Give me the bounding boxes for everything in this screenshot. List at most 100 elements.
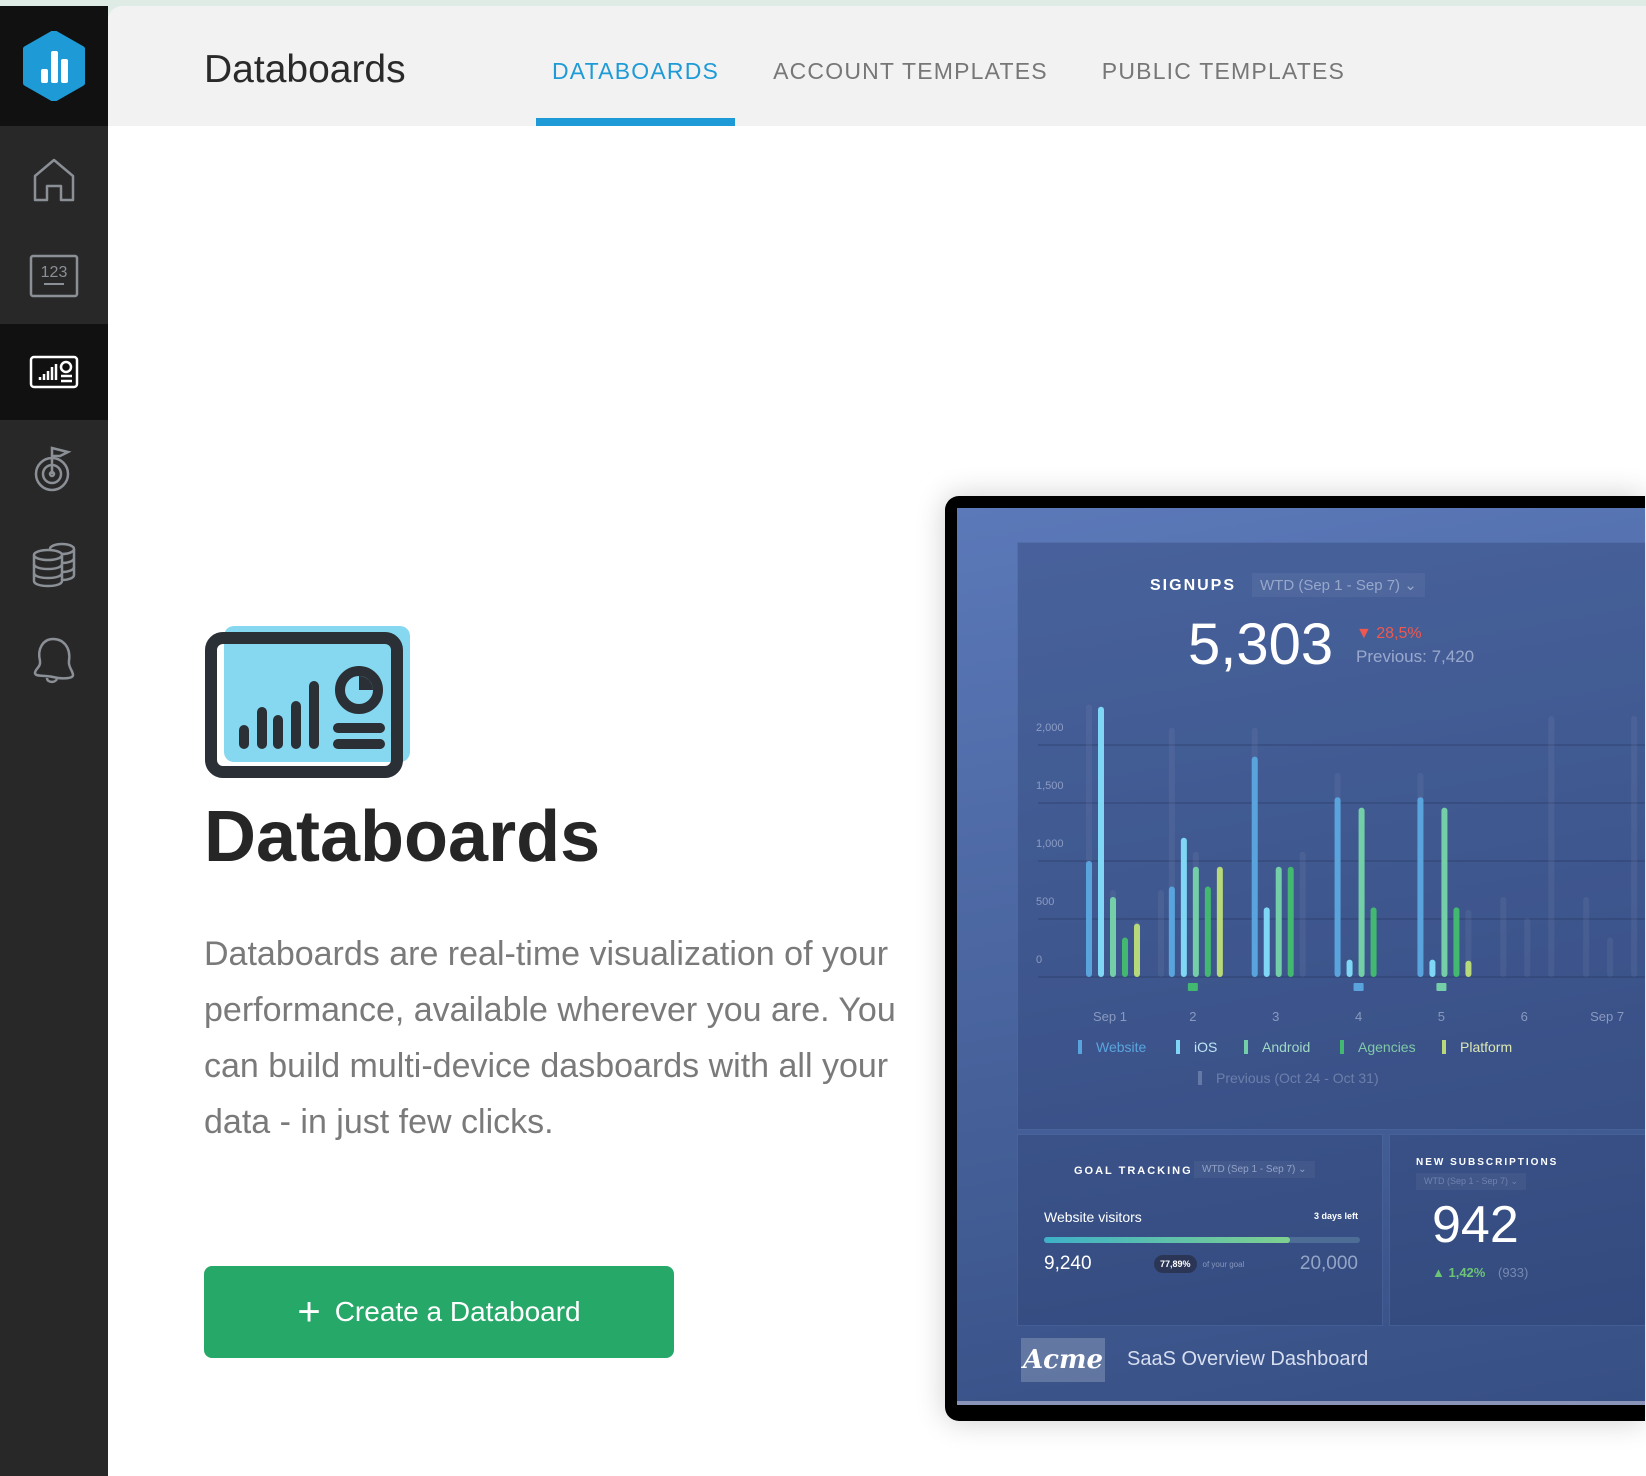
hero-title: Databoards: [204, 797, 601, 877]
bar-platform: [1216, 866, 1223, 977]
bar-android: [1441, 807, 1448, 977]
sidebar-item-databoards[interactable]: [0, 324, 116, 420]
sidebar-item-metrics[interactable]: 123: [0, 228, 108, 324]
legend-website[interactable]: Website: [1078, 1039, 1146, 1055]
page-title: Databoards: [204, 48, 406, 91]
subs-previous: (933): [1498, 1265, 1529, 1280]
subs-delta: ▲ 1,42%: [1432, 1265, 1486, 1280]
annotation-comment-icon: [1436, 983, 1447, 991]
legend-swatch: [1176, 1040, 1180, 1054]
legend-swatch: [1244, 1040, 1248, 1054]
screen-bottom-edge: [957, 1401, 1645, 1405]
bar-agencies: [1204, 886, 1211, 977]
previous-bar: [1548, 716, 1555, 977]
x-tick-label: 3: [1272, 1009, 1279, 1024]
legend-label: iOS: [1194, 1039, 1218, 1055]
sidebar: 123: [0, 6, 116, 1476]
goal-target-icon: [34, 446, 72, 492]
goal-target: 20,000: [1299, 1253, 1358, 1274]
tab-databoards[interactable]: DATABOARDS: [536, 6, 736, 126]
signups-delta: ▼ 28,5%: [1356, 625, 1422, 642]
bar-website: [1168, 886, 1175, 977]
plus-icon: +: [297, 1290, 321, 1334]
dashboard-preview-device: SIGNUPS WTD (Sep 1 - Sep 7) ⌄ 5,303 ▼ 28…: [945, 496, 1645, 1421]
tab-public-templates[interactable]: PUBLIC TEMPLATES: [1086, 6, 1361, 126]
bar-android: [1110, 896, 1116, 977]
annotation-comment-icon: [1353, 983, 1364, 991]
svg-text:123: 123: [41, 264, 68, 281]
sidebar-item-home[interactable]: [0, 132, 108, 228]
hero-description: Databoards are real-time visualization o…: [204, 935, 896, 1141]
create-databoard-button[interactable]: + Create a Databoard: [204, 1266, 674, 1358]
database-icon: [32, 542, 76, 588]
y-tick-label: 1,500: [1036, 780, 1064, 792]
legend-swatch: [1442, 1040, 1446, 1054]
sidebar-item-data-sources[interactable]: [0, 516, 108, 612]
previous-bar: [1299, 851, 1306, 977]
databoard-icon: [29, 355, 79, 389]
subs-value: 942: [1432, 1196, 1519, 1254]
legend-ios[interactable]: iOS: [1176, 1039, 1217, 1055]
bar-android: [1275, 866, 1282, 977]
new-subscriptions-panel: NEW SUBSCRIPTIONS WTD (Sep 1 - Sep 7) ⌄ …: [1389, 1134, 1645, 1326]
previous-bar: [1631, 716, 1638, 977]
x-tick-label: Sep 7: [1590, 1009, 1624, 1024]
legend-swatch: [1198, 1071, 1202, 1085]
y-tick-label: 0: [1036, 954, 1042, 966]
chevron-down-icon: ⌄: [1404, 577, 1417, 594]
chart-legend: Website iOS Android Agencies Platform Pr…: [1018, 1039, 1645, 1119]
bar-website: [1086, 861, 1092, 977]
dashboard-title: SaaS Overview Dashboard: [1127, 1348, 1369, 1370]
logo[interactable]: [0, 6, 108, 126]
goal-label: GOAL TRACKING: [1074, 1165, 1193, 1177]
goal-range-text: WTD (Sep 1 - Sep 7): [1202, 1164, 1296, 1175]
goal-progress-fill: [1044, 1237, 1291, 1243]
bar-agencies: [1287, 866, 1294, 977]
legend-platform[interactable]: Platform: [1442, 1039, 1512, 1055]
bar-platform: [1134, 923, 1140, 977]
goal-percent-pill: 77,89%: [1154, 1255, 1197, 1273]
legend-agencies[interactable]: Agencies: [1340, 1039, 1416, 1055]
legend-android[interactable]: Android: [1244, 1039, 1310, 1055]
previous-bar: [1524, 917, 1531, 977]
acme-logo: Acme: [1021, 1338, 1105, 1382]
bar-android: [1192, 866, 1199, 977]
sidebar-item-goals[interactable]: [0, 420, 108, 516]
signups-chart: 0 500 1,000 1,500 2,000 Sep 1 2 3 4 5 6 Sep 7: [1036, 704, 1645, 1024]
signups-range: WTD (Sep 1 - Sep 7) ⌄: [1252, 573, 1425, 597]
goal-of-text: of your goal: [1202, 1259, 1245, 1269]
subs-range: WTD (Sep 1 - Sep 7) ⌄: [1416, 1173, 1527, 1190]
databox-logo-icon: [23, 31, 85, 101]
bar-website: [1251, 756, 1258, 977]
legend-label: Website: [1096, 1039, 1147, 1055]
tab-bar: DATABOARDS ACCOUNT TEMPLATES PUBLIC TEMP…: [536, 6, 1383, 126]
signups-range-text: WTD (Sep 1 - Sep 7): [1260, 577, 1401, 594]
sidebar-item-alerts[interactable]: [0, 612, 108, 708]
bar-platform: [1465, 960, 1472, 977]
legend-swatch: [1340, 1040, 1344, 1054]
bar-website: [1417, 797, 1424, 977]
previous-bar: [1607, 937, 1614, 977]
y-tick-label: 2,000: [1036, 722, 1064, 734]
x-tick-label: 5: [1438, 1009, 1445, 1024]
create-databoard-label: Create a Databoard: [334, 1296, 581, 1327]
goal-percent: 77,89% of your goal: [1154, 1255, 1244, 1273]
bar-agencies: [1122, 937, 1128, 977]
x-tick-label: 6: [1521, 1009, 1528, 1024]
annotation-comment-icon: [1187, 983, 1198, 991]
bar-agencies: [1453, 907, 1460, 977]
chevron-down-icon: ⌄: [1298, 1164, 1307, 1175]
legend-previous[interactable]: Previous (Oct 24 - Oct 31): [1198, 1070, 1379, 1086]
x-tick-label: 4: [1355, 1009, 1362, 1024]
tab-account-templates[interactable]: ACCOUNT TEMPLATES: [757, 6, 1064, 126]
bar-android: [1358, 807, 1365, 977]
bell-icon: [33, 637, 75, 684]
goal-current: 9,240: [1044, 1253, 1092, 1274]
legend-label: Android: [1262, 1039, 1311, 1055]
dashboard-preview-screen: SIGNUPS WTD (Sep 1 - Sep 7) ⌄ 5,303 ▼ 28…: [957, 508, 1645, 1405]
goal-progress-track: [1044, 1237, 1360, 1243]
bar-ios: [1429, 959, 1436, 977]
goal-metric-name: Website visitors: [1044, 1209, 1142, 1225]
y-tick-label: 500: [1036, 896, 1054, 908]
legend-label: Previous (Oct 24 - Oct 31): [1216, 1070, 1379, 1086]
